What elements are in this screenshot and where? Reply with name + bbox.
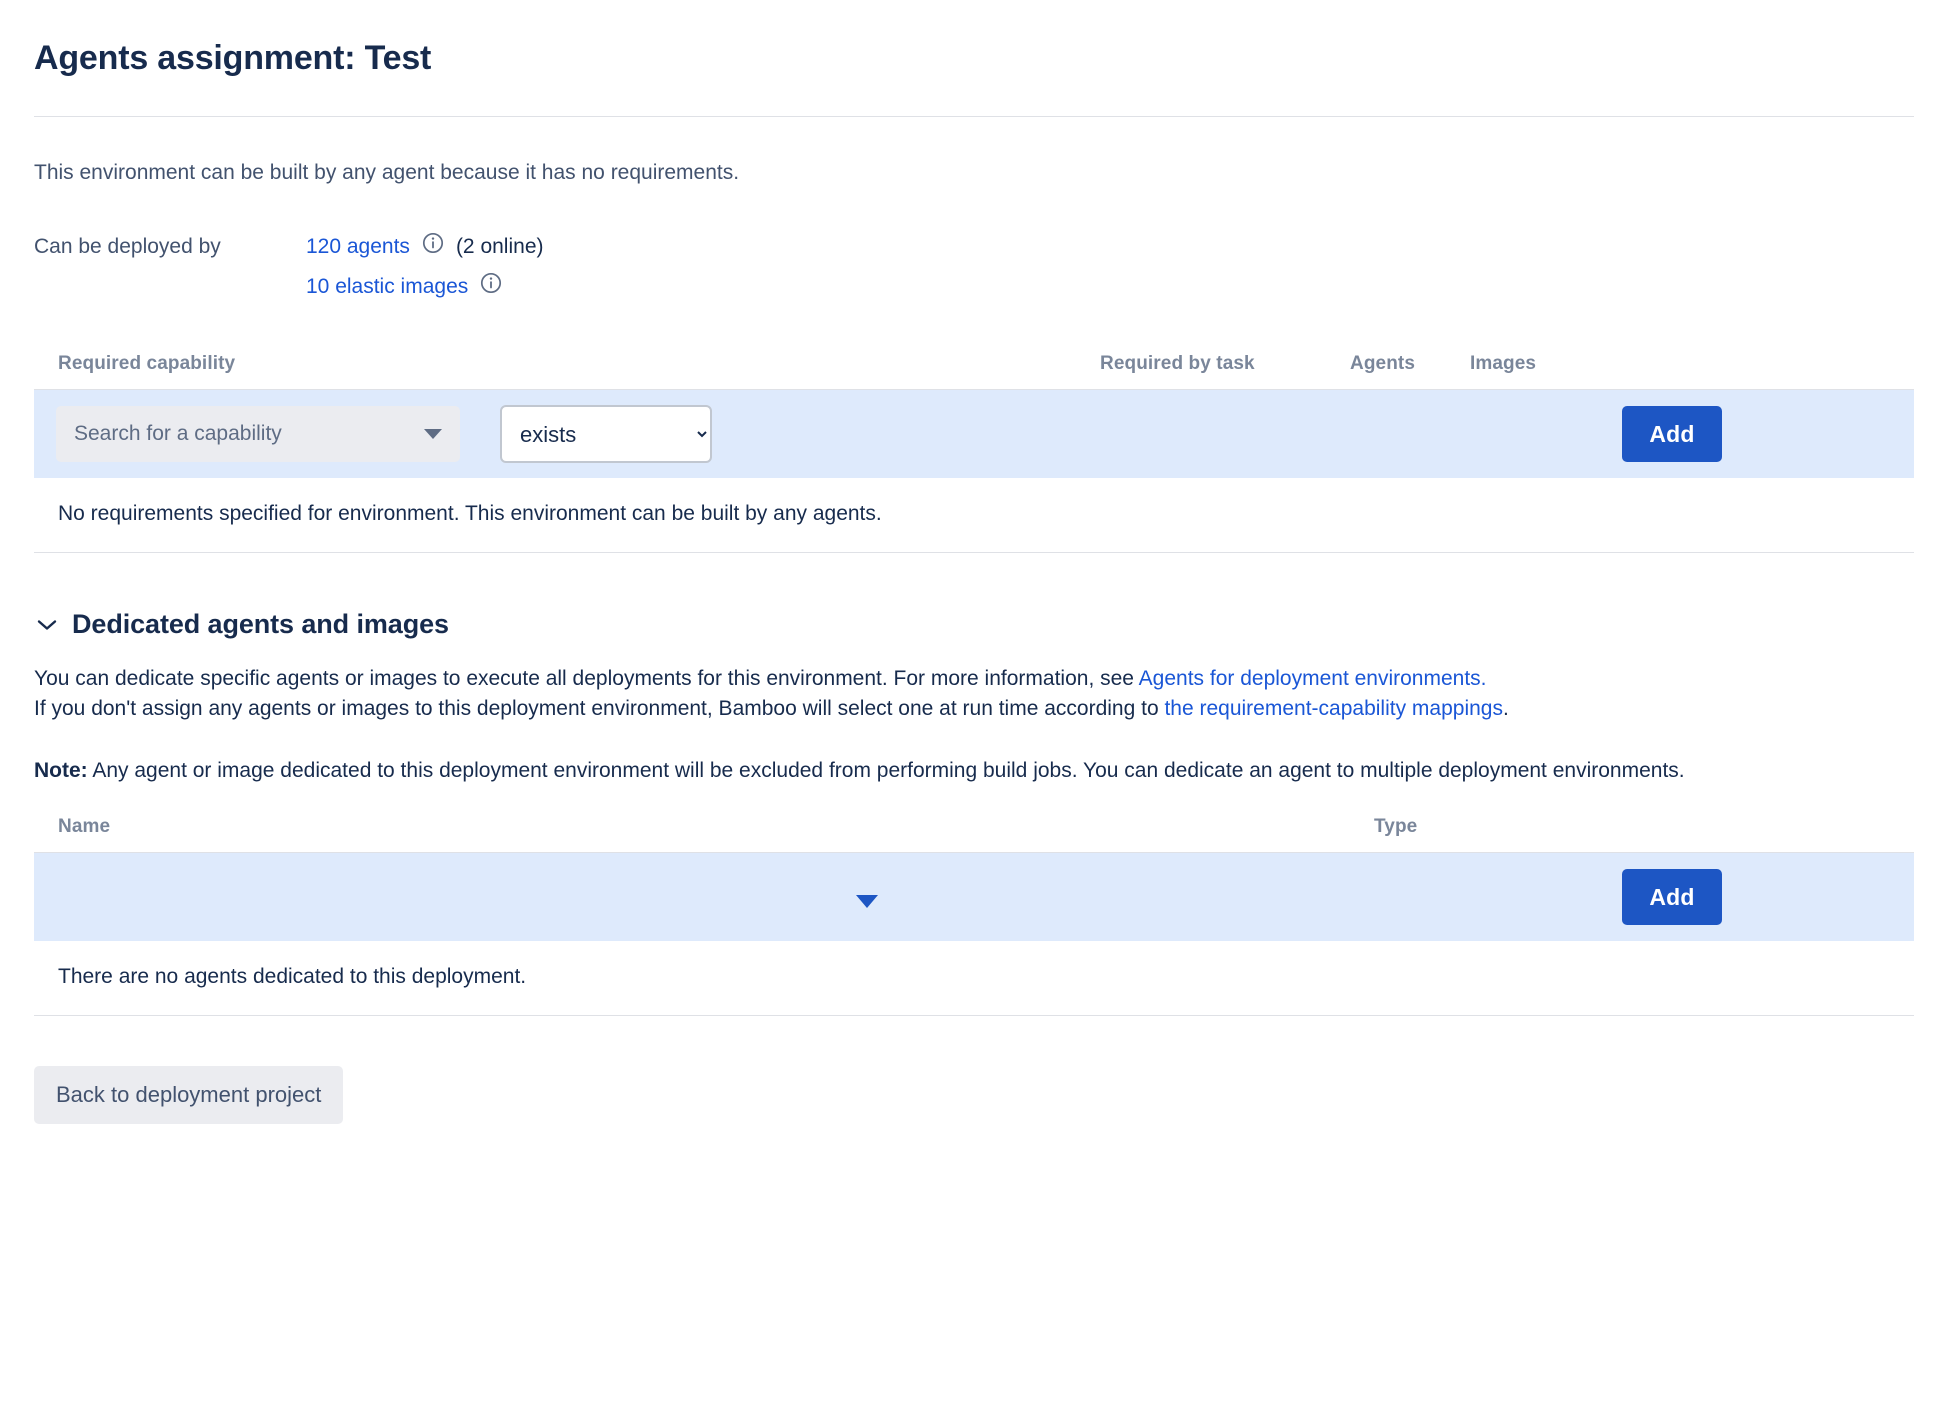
capability-search-input[interactable]: Search for a capability: [56, 406, 460, 462]
dedicated-paragraph-2-period: .: [1502, 697, 1509, 720]
deployed-by-block: Can be deployed by 120 agents (2 online)…: [34, 227, 1914, 307]
capability-empty-message: No requirements specified for environmen…: [34, 478, 1914, 553]
chevron-down-icon[interactable]: [856, 895, 878, 908]
agents-assignment-page: Agents assignment: Test This environment…: [0, 0, 1948, 1406]
info-icon[interactable]: [480, 272, 502, 303]
note-label: Note:: [34, 759, 88, 782]
column-header-required-by-task: Required by task: [1100, 353, 1255, 374]
agents-count-link[interactable]: 120 agents: [306, 232, 410, 262]
page-title: Agents assignment: Test: [34, 39, 432, 77]
elastic-images-link[interactable]: 10 elastic images: [306, 272, 468, 302]
dedicated-section-title: Dedicated agents and images: [72, 609, 449, 639]
dedicated-paragraph-2: If you don't assign any agents or images…: [34, 694, 1914, 724]
dedicated-paragraph-1: You can dedicate specific agents or imag…: [34, 664, 1914, 694]
agents-for-deployment-environments-link[interactable]: Agents for deployment environments.: [1139, 667, 1487, 690]
requirement-capability-mappings-link[interactable]: the requirement-capability mappings: [1164, 697, 1503, 720]
capability-add-row: Search for a capability exists Add: [34, 390, 1914, 478]
chevron-down-icon: [34, 618, 60, 632]
column-header-name: Name: [58, 816, 111, 837]
capability-table-header: Required capability Required by task Age…: [34, 353, 1914, 390]
column-header-capability: Required capability: [58, 353, 236, 374]
column-header-type: Type: [1374, 816, 1418, 837]
column-header-agents: Agents: [1350, 353, 1415, 374]
dedicated-empty-message: There are no agents dedicated to this de…: [34, 941, 1914, 1016]
dedicated-add-row: Add: [34, 853, 1914, 941]
agents-online-count: (2 online): [455, 235, 544, 258]
chevron-down-icon: [424, 429, 442, 439]
dedicated-paragraph-2-text: If you don't assign any agents or images…: [34, 697, 1165, 720]
dedicated-table: Name Type Add There are no agents dedica…: [34, 816, 1914, 1016]
note-text: Any agent or image dedicated to this dep…: [87, 759, 1685, 782]
dedicated-section-toggle[interactable]: Dedicated agents and images: [34, 609, 1914, 640]
add-capability-button[interactable]: Add: [1622, 406, 1722, 462]
deployed-by-agents-row: Can be deployed by 120 agents (2 online): [34, 227, 1914, 267]
capability-operator-select[interactable]: exists: [500, 405, 712, 463]
title-divider: [34, 116, 1914, 117]
add-dedicated-agent-button[interactable]: Add: [1622, 869, 1722, 925]
deployed-by-images-row: 10 elastic images: [34, 267, 1914, 307]
dedicated-table-header: Name Type: [34, 816, 1914, 853]
dedicated-paragraph-1-text: You can dedicate specific agents or imag…: [34, 667, 1139, 690]
info-icon[interactable]: [422, 232, 444, 263]
intro-text: This environment can be built by any age…: [34, 161, 740, 184]
back-to-deployment-project-button[interactable]: Back to deployment project: [34, 1066, 344, 1124]
capability-search-placeholder: Search for a capability: [74, 422, 282, 445]
capability-table: Required capability Required by task Age…: [34, 353, 1914, 553]
column-header-images: Images: [1470, 353, 1537, 374]
dedicated-note: Note: Any agent or image dedicated to th…: [34, 756, 1914, 786]
deployed-by-label: Can be deployed by: [34, 235, 221, 258]
